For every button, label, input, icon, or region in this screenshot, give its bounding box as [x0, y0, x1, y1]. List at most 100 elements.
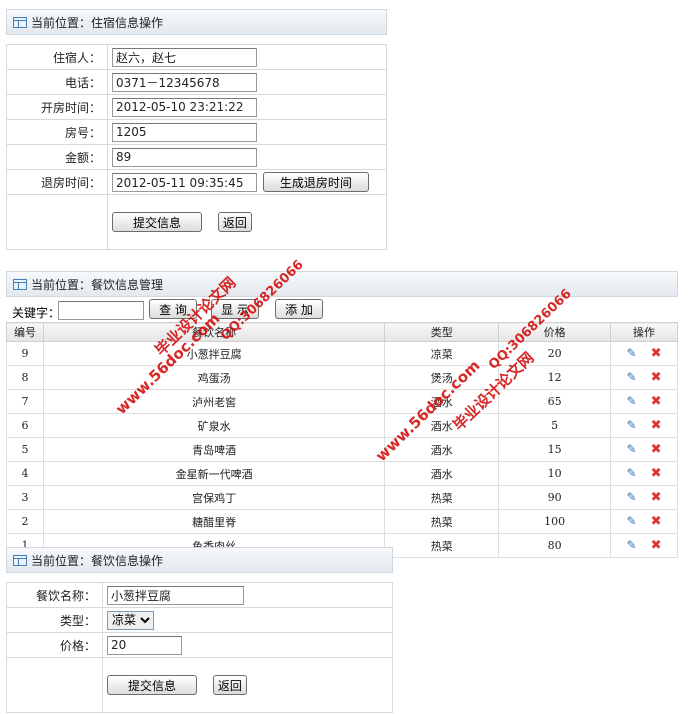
table-row: 4 金星新一代啤酒 酒水 10 ✎ ✖: [6, 461, 678, 486]
cross-icon[interactable]: ✖: [651, 418, 662, 433]
checkout-time-input[interactable]: [112, 173, 257, 192]
cell-id: 6: [6, 413, 44, 438]
table-icon: [13, 16, 27, 28]
cell-actions: ✎ ✖: [610, 341, 678, 366]
col-type: 类型: [384, 322, 500, 342]
panel1-empty-cell: [6, 194, 108, 250]
cell-name: 青岛啤酒: [42, 437, 386, 462]
phone-label: 电话：: [6, 69, 108, 95]
cell-type: 凉菜: [384, 341, 500, 366]
panel3-form: 餐饮名称： 类型： 凉菜 价格： 提交信息 返回: [6, 582, 393, 713]
generate-checkout-time-button[interactable]: 生成退房时间: [262, 172, 369, 192]
cell-actions: ✎ ✖: [610, 485, 678, 510]
food-type-select[interactable]: 凉菜: [107, 610, 154, 630]
cell-id: 5: [6, 437, 44, 462]
cell-name: 矿泉水: [42, 413, 386, 438]
cross-icon[interactable]: ✖: [651, 370, 662, 385]
cell-actions: ✎ ✖: [610, 365, 678, 390]
checkin-time-label: 开房时间：: [6, 94, 108, 120]
cell-price: 100: [498, 509, 612, 534]
cell-price: 90: [498, 485, 612, 510]
checkin-time-input[interactable]: [112, 97, 257, 117]
cell-id: 9: [6, 341, 44, 366]
table-row: 6 矿泉水 酒水 5 ✎ ✖: [6, 413, 678, 438]
phone-input[interactable]: [112, 72, 257, 92]
cell-name: 糖醋里脊: [42, 509, 386, 534]
food-table: 编号 餐饮名称 类型 价格 操作 9 小葱拌豆腐 凉菜 20 ✎ ✖ 8 鸡蛋汤 煲汤 12 ✎ ✖ 7…: [6, 322, 678, 558]
keyword-label: 关键字：: [12, 306, 61, 320]
panel1-form: 住宿人： 电话： 开房时间： 房号： 金额： 退房时间： 生成退房时间 提交信息…: [6, 44, 387, 250]
cell-id: 8: [6, 365, 44, 390]
keyword-input[interactable]: [58, 301, 144, 320]
panel3-titlebar: 当前位置：餐饮信息操作: [6, 547, 393, 573]
panel1-title: 当前位置：住宿信息操作: [31, 15, 164, 30]
cell-type: 酒水: [384, 461, 500, 486]
pencil-icon[interactable]: ✎: [627, 466, 637, 480]
panel2-title: 当前位置：餐饮信息管理: [31, 277, 164, 292]
cell-price: 80: [498, 533, 612, 558]
cross-icon[interactable]: ✖: [651, 538, 662, 553]
cell-type: 热菜: [384, 485, 500, 510]
table-row: 3 宫保鸡丁 热菜 90 ✎ ✖: [6, 485, 678, 510]
cross-icon[interactable]: ✖: [651, 394, 662, 409]
room-label: 房号：: [6, 119, 108, 145]
pencil-icon[interactable]: ✎: [627, 418, 637, 432]
pencil-icon[interactable]: ✎: [627, 394, 637, 408]
cell-actions: ✎ ✖: [610, 389, 678, 414]
cell-id: 4: [6, 461, 44, 486]
checkout-time-label: 退房时间：: [6, 169, 108, 195]
food-price-label: 价格：: [6, 632, 103, 658]
cell-name: 金星新一代啤酒: [42, 461, 386, 486]
food-type-label: 类型：: [6, 607, 103, 633]
cell-id: 3: [6, 485, 44, 510]
pencil-icon[interactable]: ✎: [627, 370, 637, 384]
cell-name: 泸州老窖: [42, 389, 386, 414]
cross-icon[interactable]: ✖: [651, 346, 662, 361]
cell-name: 宫保鸡丁: [42, 485, 386, 510]
panel1-submit-button[interactable]: 提交信息: [112, 212, 202, 232]
add-button[interactable]: 添 加: [275, 299, 323, 319]
pencil-icon[interactable]: ✎: [627, 514, 637, 528]
cell-actions: ✎ ✖: [610, 533, 678, 558]
cross-icon[interactable]: ✖: [651, 466, 662, 481]
pencil-icon[interactable]: ✎: [627, 490, 637, 504]
cell-type: 热菜: [384, 533, 500, 558]
panel3-empty-cell: [6, 657, 103, 713]
cell-price: 5: [498, 413, 612, 438]
table-row: 8 鸡蛋汤 煲汤 12 ✎ ✖: [6, 365, 678, 390]
cell-price: 65: [498, 389, 612, 414]
panel1-back-button[interactable]: 返回: [217, 212, 252, 232]
panel3-submit-button[interactable]: 提交信息: [107, 675, 197, 695]
cell-id: 7: [6, 389, 44, 414]
food-name-input[interactable]: [107, 585, 244, 605]
cell-price: 10: [498, 461, 612, 486]
cell-actions: ✎ ✖: [610, 509, 678, 534]
cell-id: 2: [6, 509, 44, 534]
cell-type: 热菜: [384, 509, 500, 534]
cross-icon[interactable]: ✖: [651, 514, 662, 529]
amount-input[interactable]: [112, 147, 257, 167]
guest-input[interactable]: [112, 47, 257, 67]
guest-label: 住宿人：: [6, 44, 108, 70]
cell-name: 鸡蛋汤: [42, 365, 386, 390]
cross-icon[interactable]: ✖: [651, 490, 662, 505]
panel1-titlebar: 当前位置：住宿信息操作: [6, 9, 387, 35]
pencil-icon[interactable]: ✎: [627, 538, 637, 552]
cell-actions: ✎ ✖: [610, 461, 678, 486]
cell-name: 小葱拌豆腐: [42, 341, 386, 366]
table-icon: [13, 554, 27, 566]
cell-actions: ✎ ✖: [610, 437, 678, 462]
food-price-input[interactable]: [107, 635, 182, 655]
cell-price: 15: [498, 437, 612, 462]
panel3-title: 当前位置：餐饮信息操作: [31, 553, 164, 568]
pencil-icon[interactable]: ✎: [627, 442, 637, 456]
cell-actions: ✎ ✖: [610, 413, 678, 438]
table-row: 5 青岛啤酒 酒水 15 ✎ ✖: [6, 437, 678, 462]
pencil-icon[interactable]: ✎: [627, 346, 637, 360]
room-input[interactable]: [112, 122, 257, 142]
cross-icon[interactable]: ✖: [651, 442, 662, 457]
amount-label: 金额：: [6, 144, 108, 170]
panel3-back-button[interactable]: 返回: [212, 675, 247, 695]
panel2-titlebar: 当前位置：餐饮信息管理: [6, 271, 678, 297]
table-row: 9 小葱拌豆腐 凉菜 20 ✎ ✖: [6, 341, 678, 366]
